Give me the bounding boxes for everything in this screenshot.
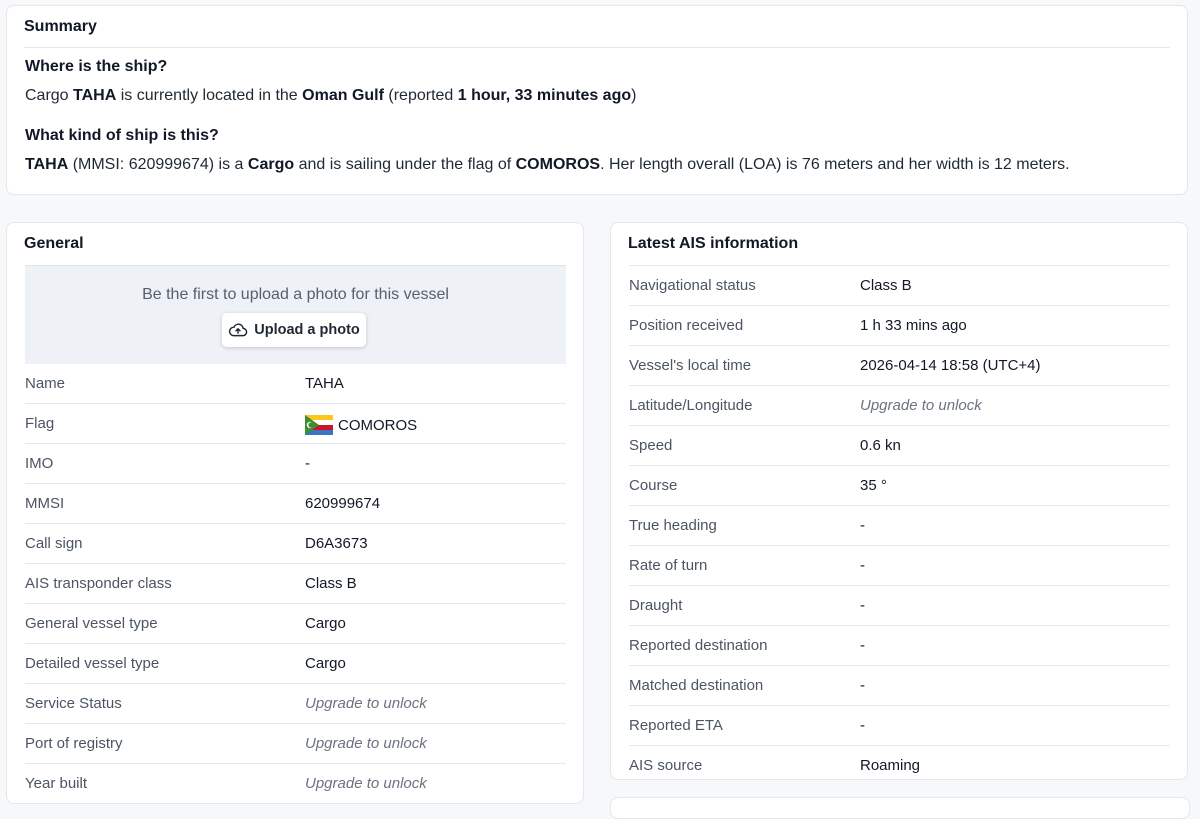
row-label: MMSI [25,495,65,512]
row-value: 0.6 kn [860,437,901,454]
row-label: Speed [629,437,673,454]
ais-row-true-heading: True heading - [629,506,1170,546]
row-label: Port of registry [25,735,123,752]
general-row-service-status: Service Status Upgrade to unlock [25,684,566,724]
row-label: Reported ETA [629,717,723,734]
ais-row-rate-of-turn: Rate of turn - [629,546,1170,586]
row-label: Year built [25,775,87,792]
location-question: Where is the ship? [25,58,168,75]
divider [24,47,1170,48]
row-label: Flag [25,415,55,432]
row-value: - [860,677,865,694]
ais-row-vessel-s-local-time: Vessel's local time 2026-04-14 18:58 (UTC… [629,346,1170,386]
row-value: - [305,455,310,472]
general-row-name: Name TAHA [25,364,566,404]
general-row-ais-transponder-class: AIS transponder class Class B [25,564,566,604]
ais-details: Navigational status Class B Position recei… [629,265,1170,785]
row-value: - [860,637,865,654]
general-title: General [24,235,84,252]
ais-title: Latest AIS information [628,235,799,252]
ais-row-ais-source: AIS source Roaming [629,746,1170,785]
row-label: General vessel type [25,615,158,632]
ais-card: Latest AIS information Navigational stat… [610,222,1188,780]
next-card-edge [610,797,1190,819]
summary-title: Summary [24,18,97,35]
row-label: AIS transponder class [25,575,172,592]
general-row-detailed-vessel-type: Detailed vessel type Cargo [25,644,566,684]
row-label: Call sign [25,535,83,552]
row-value: Roaming [860,757,921,774]
ais-row-position-received: Position received 1 h 33 mins ago [629,306,1170,346]
ship-kind-question: What kind of ship is this? [25,127,219,144]
row-value: D6A3673 [305,535,368,552]
general-details: Name TAHA Flag COMOROS IMO - MMSI 620999674 Call… [25,364,566,803]
row-value: 35 ° [860,477,887,494]
photo-prompt: Be the first to upload a photo for this … [142,286,449,303]
row-value: 2026-04-14 18:58 (UTC+4) [860,357,1041,374]
row-label: Position received [629,317,744,334]
row-label: Name [25,375,66,392]
row-label: True heading [629,517,717,534]
row-label: IMO [25,455,54,472]
row-label: Detailed vessel type [25,655,160,672]
row-label: Reported destination [629,637,768,654]
summary-card: Summary Where is the ship? Cargo TAHA is… [6,5,1188,195]
upload-photo-button[interactable]: Upload a photo [222,313,366,347]
row-value: COMOROS [305,415,417,435]
general-row-imo: IMO - [25,444,566,484]
row-value: Cargo [305,655,346,672]
row-value: 1 h 33 mins ago [860,317,967,334]
row-value: - [860,517,865,534]
location-answer: Cargo TAHA is currently located in the O… [25,87,637,104]
row-value-text: COMOROS [338,416,418,434]
ship-kind-answer: TAHA (MMSI: 620999674) is a Cargo and is… [25,156,1070,173]
photo-placeholder: Be the first to upload a photo for this … [25,265,566,364]
ais-row-latitude-longitude: Latitude/Longitude Upgrade to unlock [629,386,1170,426]
ais-row-matched-destination: Matched destination - [629,666,1170,706]
ais-row-reported-destination: Reported destination - [629,626,1170,666]
ais-row-draught: Draught - [629,586,1170,626]
row-label: Rate of turn [629,557,708,574]
row-label: Matched destination [629,677,764,694]
ais-row-course: Course 35 ° [629,466,1170,506]
general-row-year-built: Year built Upgrade to unlock [25,764,566,803]
comoros-flag-icon [305,415,333,435]
row-value: Class B [305,575,357,592]
row-value: TAHA [305,375,344,392]
row-label: Course [629,477,678,494]
row-label: Navigational status [629,277,756,294]
ais-row-navigational-status: Navigational status Class B [629,266,1170,306]
general-row-flag: Flag COMOROS [25,404,566,444]
row-label: Draught [629,597,683,614]
upgrade-to-unlock-link[interactable]: Upgrade to unlock [305,695,427,712]
general-row-mmsi: MMSI 620999674 [25,484,566,524]
ais-row-speed: Speed 0.6 kn [629,426,1170,466]
upgrade-to-unlock-link[interactable]: Upgrade to unlock [305,735,427,752]
cloud-upload-icon [229,323,248,337]
general-row-port-of-registry: Port of registry Upgrade to unlock [25,724,566,764]
row-value: - [860,717,865,734]
row-value: Cargo [305,615,346,632]
upgrade-to-unlock-link[interactable]: Upgrade to unlock [305,775,427,792]
row-value: Class B [860,277,912,294]
row-value: - [860,597,865,614]
row-label: Service Status [25,695,122,712]
upgrade-to-unlock-link[interactable]: Upgrade to unlock [860,397,982,414]
ais-row-reported-eta: Reported ETA - [629,706,1170,746]
row-value: - [860,557,865,574]
upload-photo-label: Upload a photo [254,322,360,338]
row-label: Latitude/Longitude [629,397,753,414]
row-value: 620999674 [305,495,381,512]
general-card: General Be the first to upload a photo f… [6,222,584,804]
row-label: AIS source [629,757,703,774]
general-row-call-sign: Call sign D6A3673 [25,524,566,564]
row-label: Vessel's local time [629,357,752,374]
general-row-general-vessel-type: General vessel type Cargo [25,604,566,644]
